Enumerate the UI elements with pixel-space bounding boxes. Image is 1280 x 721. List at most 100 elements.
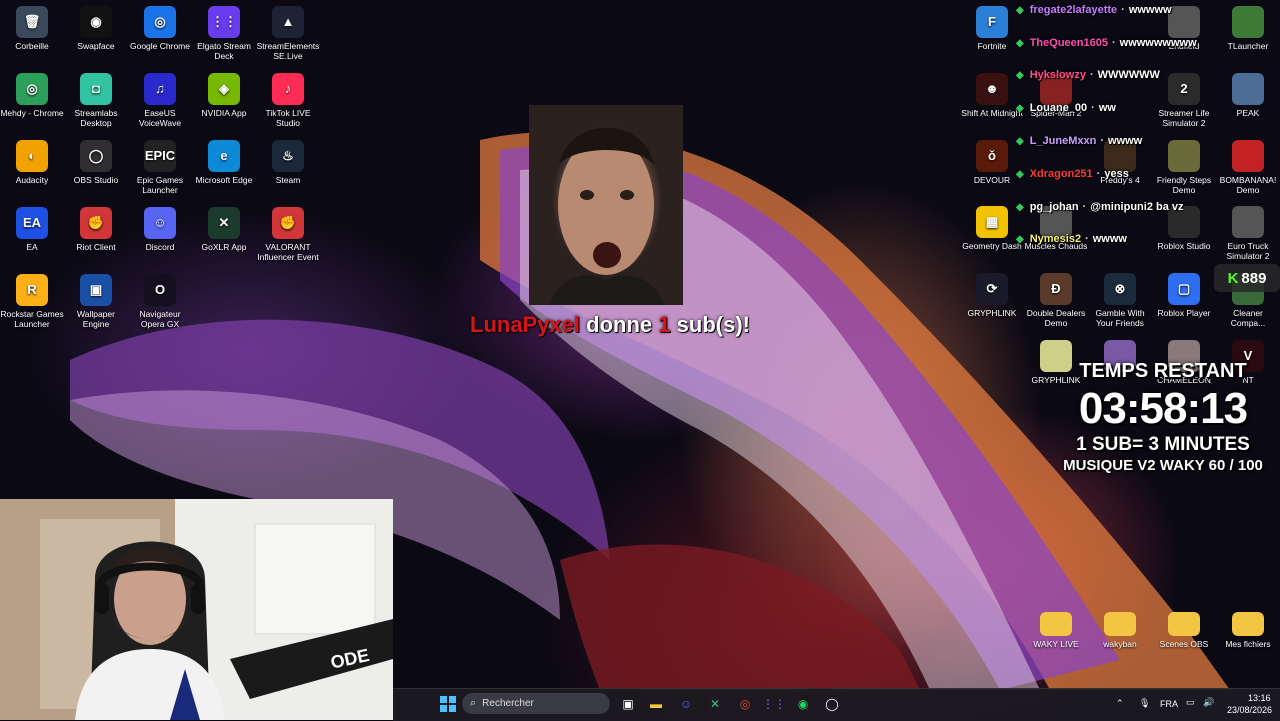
desktop-icon[interactable]: ♫ EaseUS VoiceWave [128,73,192,128]
desktop-icon[interactable]: ⋮⋮ Elgato Stream Deck [192,6,256,61]
desktop-icon[interactable]: ⊗ Gamble With Your Friends [1088,273,1152,328]
desktop-icon-label: DEVOUR [973,175,1011,185]
desktop-icon[interactable]: ☺ Discord [128,207,192,252]
chat-text: wwww [1092,233,1127,245]
desktop-icon[interactable]: ⟳ GRYPHLINK [960,273,1024,318]
desktop-icon[interactable]: ♨ Steam [256,140,320,185]
chat-message: ◆ Xdragon251 · yess [1016,164,1129,184]
desktop-icon-label: Streamlabs Desktop [74,108,118,128]
desktop-icon[interactable]: ✊ VALORANT Influencer Event [256,207,320,262]
alert-text-a: donne [586,312,653,337]
obs-taskbar-icon[interactable]: ◯ [822,694,842,714]
app-icon: ♫ [144,73,176,105]
chat-text: wwww [1108,135,1143,147]
desktop-icon[interactable]: PEAK [1216,73,1280,118]
app-icon: ✕ [208,207,240,239]
desktop-icon[interactable]: Ð Double Dealers Demo [1024,273,1088,328]
desktop-icon[interactable]: ▣ Wallpaper Engine [64,274,128,329]
desktop-icon[interactable]: ◯ OBS Studio [64,140,128,185]
desktop-icon-label: TikTok LIVE Studio [265,108,311,128]
chat-username: Nymesis2 [1029,233,1082,245]
desktop-icon[interactable]: ǒ DEVOUR [960,140,1024,185]
network-icon[interactable]: ▭ [1186,697,1195,708]
chat-separator: · [1089,69,1094,81]
chat-username: fregate2lafayette [1029,4,1118,16]
desktop-icon[interactable]: 2 Streamer Life Simulator 2 [1152,73,1216,128]
stream-deck-taskbar-icon[interactable]: ⋮⋮ [762,694,786,714]
desktop-icon-label: Geometry Dash [962,241,1022,251]
folder-icon-item[interactable]: WAKY LIVE [1024,606,1088,649]
desktop-icon[interactable]: ◉ Swapface [64,6,128,51]
desktop-icon-label: Fortnite [977,41,1007,51]
timer-music: MUSIQUE V2 WAKY 60 / 100 [1063,457,1263,474]
chat-separator: · [1100,135,1105,147]
desktop-icon[interactable]: EPIC Epic Games Launcher [128,140,192,195]
desktop-icon[interactable]: e Microsoft Edge [192,140,256,185]
desktop-icon-label: Navigateur Opera GX [139,309,181,329]
discord-taskbar-icon[interactable]: ☺ [676,694,696,714]
sub-badge-icon: ◆ [1016,69,1024,81]
chevron-up-icon[interactable]: ⌃ [1116,698,1124,709]
desktop-icon-label: OBS Studio [73,175,119,185]
desktop-icon-label: TLauncher [1227,41,1269,51]
folder-icon-item[interactable]: wakyban [1088,606,1152,649]
app-icon: ▦ [976,206,1008,238]
microphone-icon[interactable]: 🎙 [1139,698,1150,709]
desktop-icon-label: Epic Games Launcher [136,175,184,195]
sub-badge-icon: ◆ [1016,37,1024,49]
desktop-icon[interactable]: TLauncher [1216,6,1280,51]
app-icon: 🗑 [16,6,48,38]
task-view-icon[interactable]: ▣ [618,694,638,714]
chat-message: ◆ Louane_00 · ww [1016,98,1116,118]
file-explorer-icon[interactable]: ▬ [646,694,666,714]
chat-message: ◆ Nymesis2 · wwww [1016,229,1127,249]
desktop-icon[interactable]: EA EA [0,207,64,252]
desktop-icon[interactable]: R Rockstar Games Launcher [0,274,64,329]
desktop-icon[interactable]: ▦ Geometry Dash [960,206,1024,251]
desktop-icon-label: GoXLR App [201,242,247,252]
chrome-taskbar-icon[interactable]: ◎ [735,694,755,714]
desktop-icon[interactable]: F Fortnite [960,6,1024,51]
desktop-icon-label: Shift At Midnight [961,108,1023,118]
desktop-icon[interactable]: BOMBANANA! Demo [1216,140,1280,195]
app-icon: ▢ [1168,273,1200,305]
alert-username: LunaPyxel [470,312,581,337]
folder-icon-item[interactable]: Mes fichiers [1216,606,1280,649]
kick-icon: K [1227,269,1239,287]
app-icon: ✊ [272,207,304,239]
app-icon: ◘ [80,73,112,105]
desktop-icon[interactable]: ✊ Riot Client [64,207,128,252]
app-icon: Ð [1040,273,1072,305]
desktop-icon-label: Friendly Steps Demo [1156,175,1212,195]
desktop-icon[interactable]: ◎ Mehdy - Chrome [0,73,64,118]
volume-icon[interactable]: 🔊 [1203,697,1214,708]
windows-start-icon[interactable] [438,694,458,714]
desktop-icon[interactable]: ☻ Shift At Midnight [960,73,1024,118]
desktop-icon[interactable]: Friendly Steps Demo [1152,140,1216,195]
chat-separator: · [1096,168,1101,180]
language-indicator[interactable]: FRA [1160,699,1178,709]
desktop-icon[interactable]: ♪ TikTok LIVE Studio [256,73,320,128]
folder-icon-item[interactable]: Scenes OBS [1152,606,1216,649]
desktop-icon[interactable]: ▲ StreamElements SE.Live [256,6,320,61]
desktop-icon-label: Steam [275,175,301,185]
desktop-icon-label: Mehdy - Chrome [0,108,64,118]
desktop-icon[interactable]: 🗑 Corbeille [0,6,64,51]
taskbar-search[interactable]: ⌕ Rechercher [462,693,610,714]
desktop-icon[interactable]: ◎ Google Chrome [128,6,192,51]
clock-time[interactable]: 13:16 [1248,693,1271,703]
chat-separator: · [1082,201,1087,213]
desktop-icon[interactable]: ◘ Streamlabs Desktop [64,73,128,128]
desktop-icon[interactable]: Euro Truck Simulator 2 [1216,206,1280,261]
clock-date[interactable]: 23/08/2026 [1227,705,1272,715]
app-icon: O [144,274,176,306]
desktop-icon[interactable]: ✕ GoXLR App [192,207,256,252]
spotify-taskbar-icon[interactable]: ◉ [793,694,813,714]
goxlr-taskbar-icon[interactable]: ✕ [705,694,725,714]
desktop-icon[interactable]: ▢ Roblox Player [1152,273,1216,318]
desktop-icon[interactable]: ◈ NVIDIA App [192,73,256,118]
app-icon [1232,140,1264,172]
app-icon: ▲ [272,6,304,38]
desktop-icon[interactable]: O Navigateur Opera GX [128,274,192,329]
desktop-icon[interactable]: ◐ Audacity [0,140,64,185]
